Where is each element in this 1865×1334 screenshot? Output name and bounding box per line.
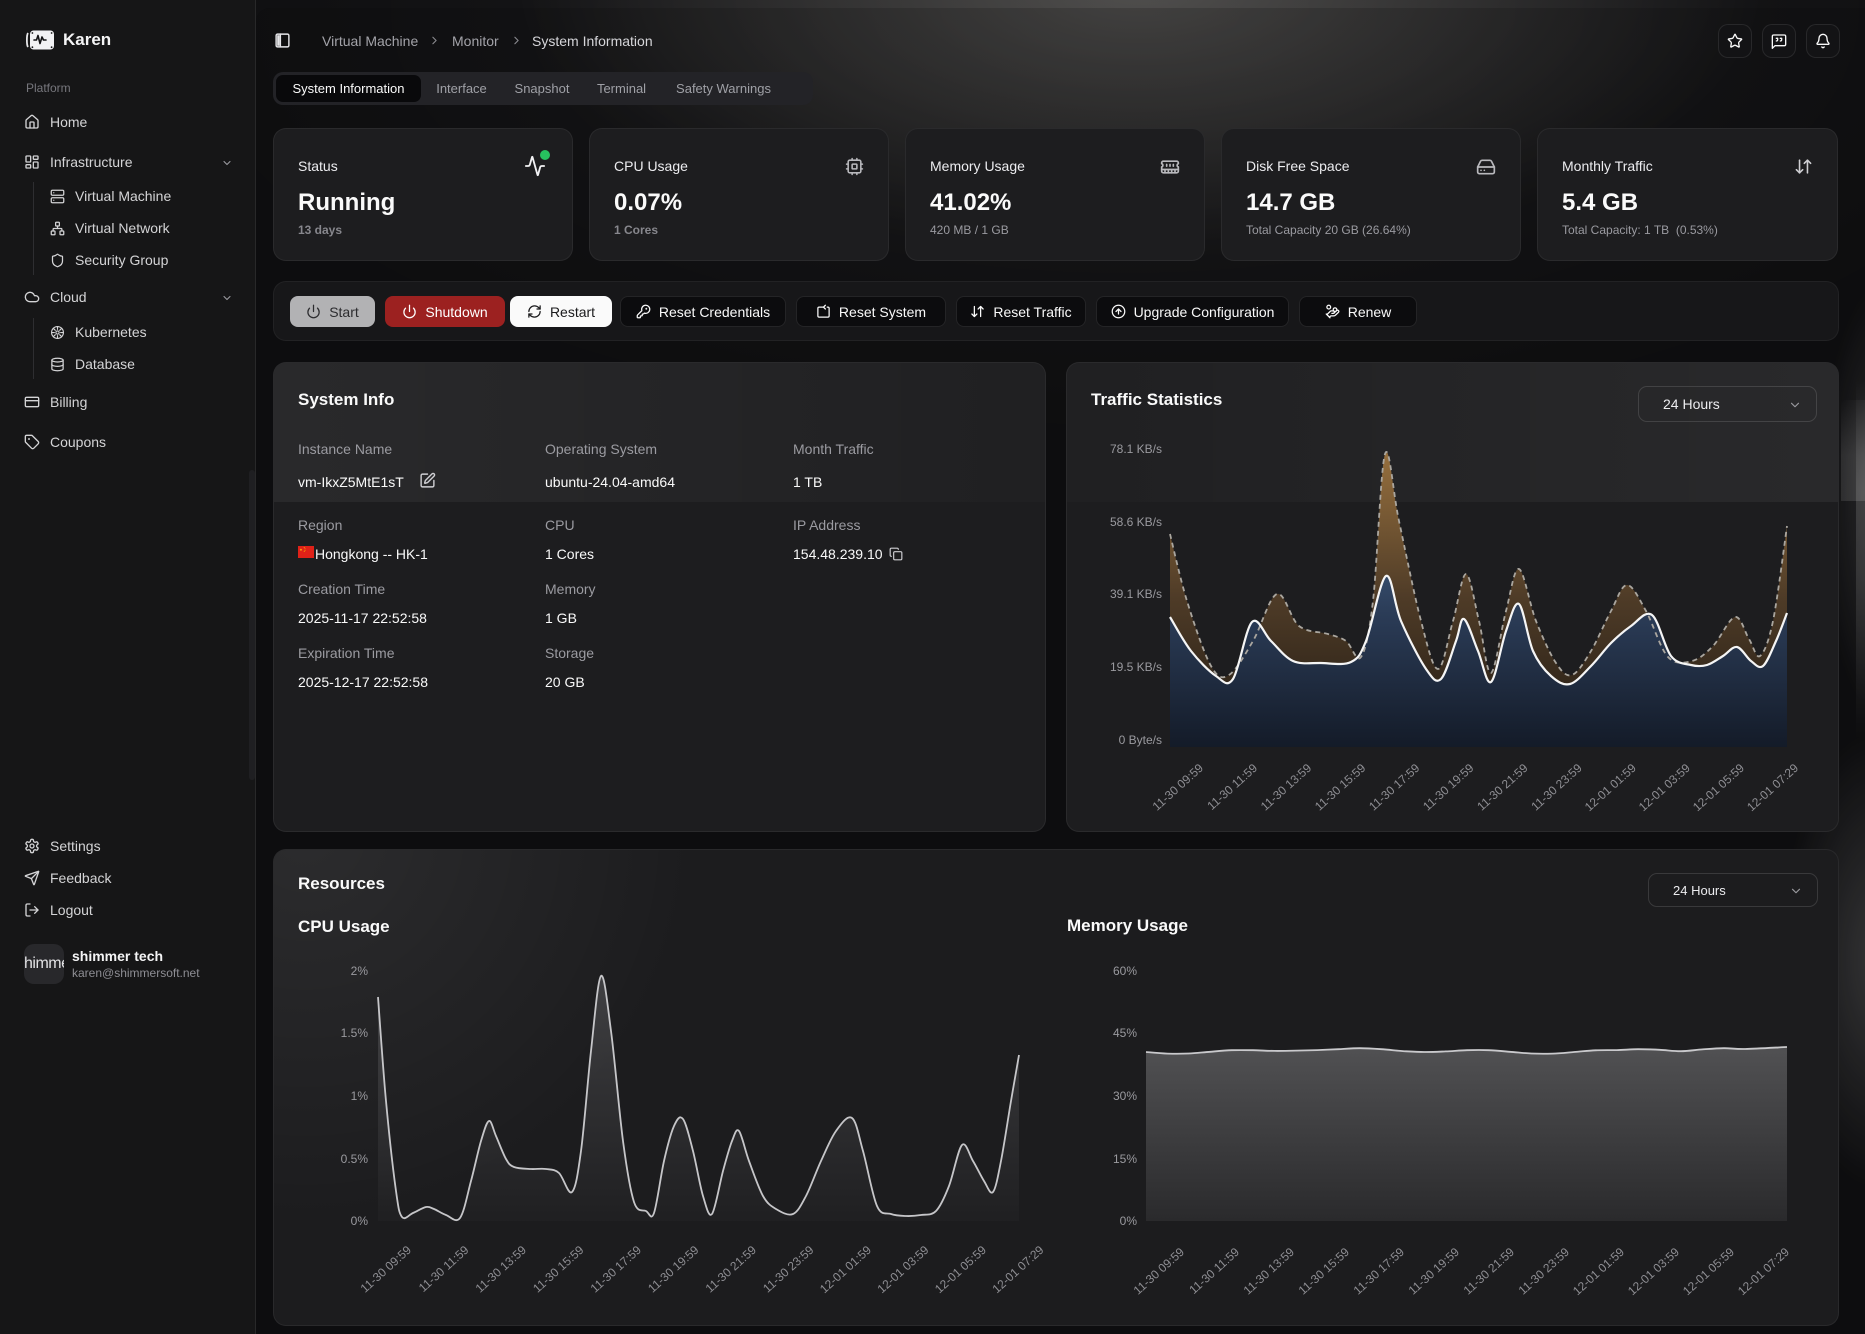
svg-text:11-30 17:59: 11-30 17:59 <box>1351 1245 1408 1298</box>
svg-text:12-01 01:59: 12-01 01:59 <box>1582 761 1639 814</box>
svg-text:19.5 KB/s: 19.5 KB/s <box>1110 660 1162 674</box>
svg-text:11-30 17:59: 11-30 17:59 <box>588 1243 645 1296</box>
svg-text:45%: 45% <box>1113 1026 1137 1040</box>
svg-text:12-01 01:59: 12-01 01:59 <box>817 1243 874 1296</box>
svg-text:11-30 11:59: 11-30 11:59 <box>416 1243 472 1295</box>
svg-text:11-30 15:59: 11-30 15:59 <box>1312 761 1369 814</box>
svg-text:11-30 19:59: 11-30 19:59 <box>645 1243 702 1296</box>
svg-text:12-01 05:59: 12-01 05:59 <box>1690 761 1747 814</box>
svg-text:12-01 03:59: 12-01 03:59 <box>1636 761 1693 814</box>
svg-text:11-30 23:59: 11-30 23:59 <box>1528 761 1585 814</box>
svg-text:39.1 KB/s: 39.1 KB/s <box>1110 587 1162 601</box>
svg-text:11-30 23:59: 11-30 23:59 <box>1516 1245 1573 1298</box>
svg-text:11-30 21:59: 11-30 21:59 <box>1474 761 1531 814</box>
svg-text:12-01 03:59: 12-01 03:59 <box>875 1243 932 1296</box>
svg-text:11-30 11:59: 11-30 11:59 <box>1204 761 1260 813</box>
svg-text:11-30 21:59: 11-30 21:59 <box>703 1243 760 1296</box>
svg-text:11-30 19:59: 11-30 19:59 <box>1406 1245 1463 1298</box>
svg-text:11-30 17:59: 11-30 17:59 <box>1366 761 1423 814</box>
svg-text:15%: 15% <box>1113 1152 1137 1166</box>
svg-text:12-01 05:59: 12-01 05:59 <box>1680 1245 1737 1298</box>
svg-text:0%: 0% <box>351 1214 369 1228</box>
svg-text:12-01 05:59: 12-01 05:59 <box>932 1243 989 1296</box>
svg-text:11-30 09:59: 11-30 09:59 <box>358 1243 415 1296</box>
svg-text:11-30 09:59: 11-30 09:59 <box>1150 761 1207 814</box>
svg-text:11-30 19:59: 11-30 19:59 <box>1420 761 1477 814</box>
svg-text:12-01 01:59: 12-01 01:59 <box>1570 1245 1627 1298</box>
svg-text:11-30 15:59: 11-30 15:59 <box>530 1243 587 1296</box>
svg-text:30%: 30% <box>1113 1089 1137 1103</box>
svg-text:0 Byte/s: 0 Byte/s <box>1119 733 1162 747</box>
svg-text:2%: 2% <box>351 964 369 978</box>
svg-text:12-01 07:29: 12-01 07:29 <box>990 1243 1047 1296</box>
svg-text:12-01 07:29: 12-01 07:29 <box>1735 1245 1792 1298</box>
svg-text:0.5%: 0.5% <box>341 1152 369 1166</box>
svg-text:11-30 21:59: 11-30 21:59 <box>1461 1245 1518 1298</box>
svg-text:11-30 23:59: 11-30 23:59 <box>760 1243 817 1296</box>
svg-text:1%: 1% <box>351 1089 369 1103</box>
svg-text:60%: 60% <box>1113 964 1137 978</box>
svg-text:78.1 KB/s: 78.1 KB/s <box>1110 442 1162 456</box>
svg-text:12-01 07:29: 12-01 07:29 <box>1744 761 1801 814</box>
svg-text:11-30 15:59: 11-30 15:59 <box>1296 1245 1353 1298</box>
svg-text:0%: 0% <box>1120 1214 1138 1228</box>
svg-text:12-01 03:59: 12-01 03:59 <box>1625 1245 1682 1298</box>
svg-text:1.5%: 1.5% <box>341 1026 369 1040</box>
svg-text:11-30 11:59: 11-30 11:59 <box>1186 1245 1242 1297</box>
svg-text:58.6 KB/s: 58.6 KB/s <box>1110 515 1162 529</box>
svg-text:11-30 09:59: 11-30 09:59 <box>1131 1245 1188 1298</box>
svg-text:11-30 13:59: 11-30 13:59 <box>473 1243 530 1296</box>
svg-text:11-30 13:59: 11-30 13:59 <box>1258 761 1315 814</box>
svg-text:11-30 13:59: 11-30 13:59 <box>1241 1245 1298 1298</box>
